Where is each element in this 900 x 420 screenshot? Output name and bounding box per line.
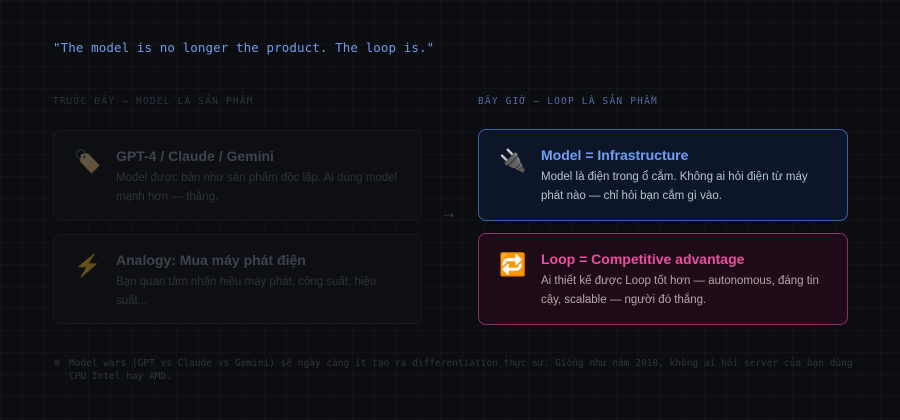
card-model-infrastructure: 🔌 Model = Infrastructure Model là điện t… — [478, 129, 848, 221]
card-title: Loop = Competitive advantage — [541, 251, 745, 267]
card-description: Model được bán như sản phẩm độc lập. Ai … — [116, 172, 398, 203]
reference-mark-icon: ※ — [53, 358, 61, 369]
card-analogy-generator: ⚡ Analogy: Mua máy phát điện Bạn quan tâ… — [53, 234, 422, 324]
footnote: ※ Model wars (GPT vs Claude vs Gemini) s… — [53, 357, 853, 383]
card-title: Analogy: Mua máy phát điện — [116, 252, 306, 268]
lightning-icon: ⚡ — [74, 253, 102, 278]
footnote-text: Model wars (GPT vs Claude vs Gemini) sẽ … — [69, 358, 853, 382]
card-description: Ai thiết kế được Loop tốt hơn — autonomo… — [541, 275, 819, 306]
now-column-label: BÂY GIỜ — LOOP LÀ SẢN PHẨM — [478, 96, 658, 107]
card-description: Model là điện trong ổ cắm. Không ai hỏi … — [541, 171, 808, 202]
card-gpt-models: 🏷️ GPT-4 / Claude / Gemini Model được bá… — [53, 130, 422, 220]
card-title: GPT-4 / Claude / Gemini — [116, 148, 274, 164]
card-description: Bạn quan tâm nhãn hiệu máy phát, công su… — [116, 276, 377, 307]
before-column-label: TRƯỚC ĐÂY — MODEL LÀ SẢN PHẨM — [53, 96, 254, 107]
headline-quote: "The model is no longer the product. The… — [53, 40, 435, 55]
repeat-loop-icon: 🔁 — [499, 252, 527, 277]
card-loop-advantage: 🔁 Loop = Competitive advantage Ai thiết … — [478, 233, 848, 325]
plug-icon: 🔌 — [499, 148, 527, 173]
arrow-right-icon: → — [440, 203, 457, 222]
price-tag-icon: 🏷️ — [74, 149, 102, 174]
card-title: Model = Infrastructure — [541, 147, 689, 163]
